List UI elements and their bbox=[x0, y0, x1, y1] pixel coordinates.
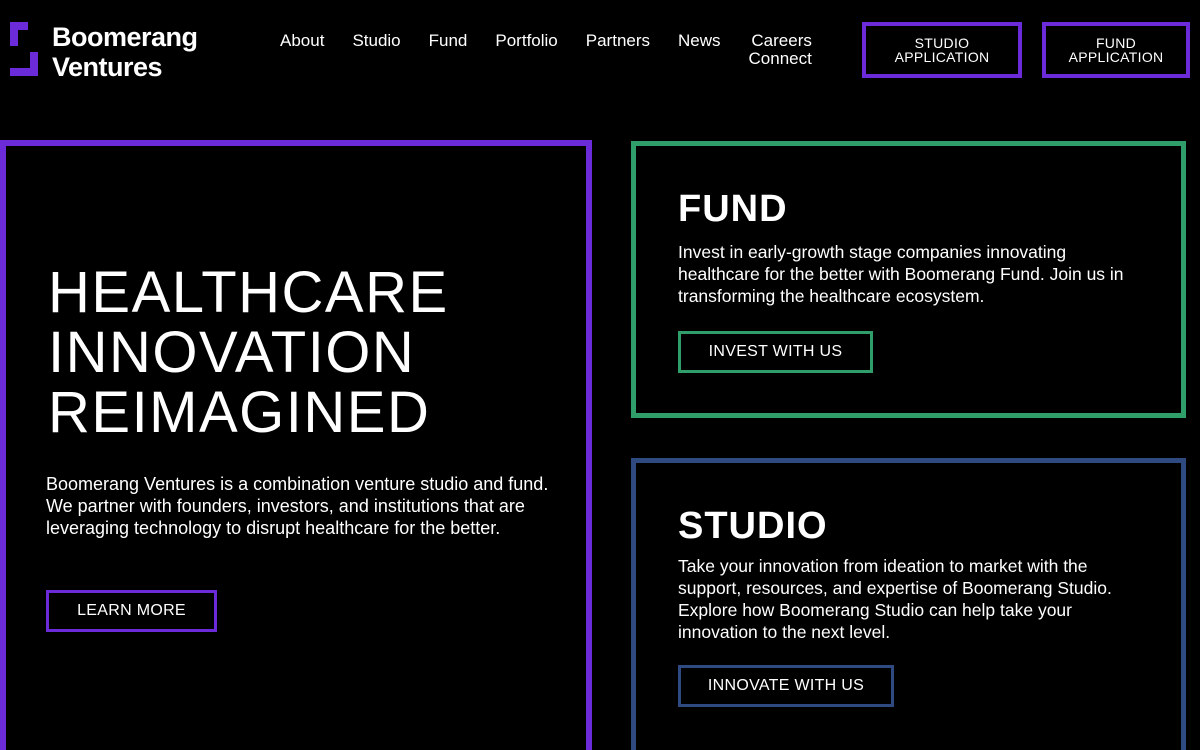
fund-application-button[interactable]: FUND APPLICATION bbox=[1042, 22, 1190, 78]
boomerang-logo-icon bbox=[10, 22, 40, 78]
main-nav: About Studio Fund Portfolio Partners New… bbox=[280, 32, 812, 68]
fund-application-line1: FUND bbox=[1095, 35, 1137, 51]
hero-title-line1: HEALTHCARE bbox=[48, 260, 449, 325]
fund-application-line2: APPLICATION bbox=[1068, 49, 1164, 65]
fund-card-description: Invest in early-growth stage companies i… bbox=[678, 242, 1124, 306]
hero-description: Boomerang Ventures is a combination vent… bbox=[46, 474, 549, 538]
fund-card-title: FUND bbox=[678, 188, 788, 230]
nav-item-fund[interactable]: Fund bbox=[429, 32, 468, 68]
brand-name-line1: Boomerang bbox=[52, 22, 198, 52]
innovate-with-us-button[interactable]: INNOVATE WITH US bbox=[678, 665, 894, 707]
studio-application-line1: STUDIO bbox=[914, 35, 970, 51]
invest-with-us-button[interactable]: INVEST WITH US bbox=[678, 331, 873, 373]
nav-item-careers[interactable]: Careers bbox=[751, 32, 811, 50]
nav-item-about[interactable]: About bbox=[280, 32, 324, 68]
fund-card: FUND Invest in early-growth stage compan… bbox=[631, 141, 1186, 418]
studio-application-button[interactable]: STUDIO APPLICATION bbox=[862, 22, 1022, 78]
studio-card-title: STUDIO bbox=[678, 505, 828, 547]
nav-item-studio[interactable]: Studio bbox=[352, 32, 400, 68]
studio-application-line2: APPLICATION bbox=[894, 49, 990, 65]
nav-item-news[interactable]: News bbox=[678, 32, 721, 68]
hero-panel: HEALTHCARE INNOVATION REIMAGINED Boomera… bbox=[0, 140, 592, 750]
brand-name-line2: Ventures bbox=[52, 52, 163, 82]
studio-card: STUDIO Take your innovation from ideatio… bbox=[631, 458, 1186, 750]
hero-title-line3: REIMAGINED bbox=[48, 380, 431, 445]
page: Boomerang Ventures About Studio Fund Por… bbox=[0, 0, 1200, 750]
hero-title-line2: INNOVATION bbox=[48, 320, 416, 385]
nav-item-connect[interactable]: Connect bbox=[749, 50, 812, 68]
nav-item-partners[interactable]: Partners bbox=[586, 32, 650, 68]
hero-title: HEALTHCARE INNOVATION REIMAGINED bbox=[48, 263, 449, 443]
nav-item-portfolio[interactable]: Portfolio bbox=[495, 32, 557, 68]
brand-logo[interactable]: Boomerang Ventures bbox=[10, 22, 198, 82]
nav-item-careers-connect: Careers Connect bbox=[749, 32, 812, 68]
studio-card-description: Take your innovation from ideation to ma… bbox=[678, 556, 1112, 642]
learn-more-button[interactable]: LEARN MORE bbox=[46, 590, 217, 632]
brand-name: Boomerang Ventures bbox=[52, 22, 198, 82]
